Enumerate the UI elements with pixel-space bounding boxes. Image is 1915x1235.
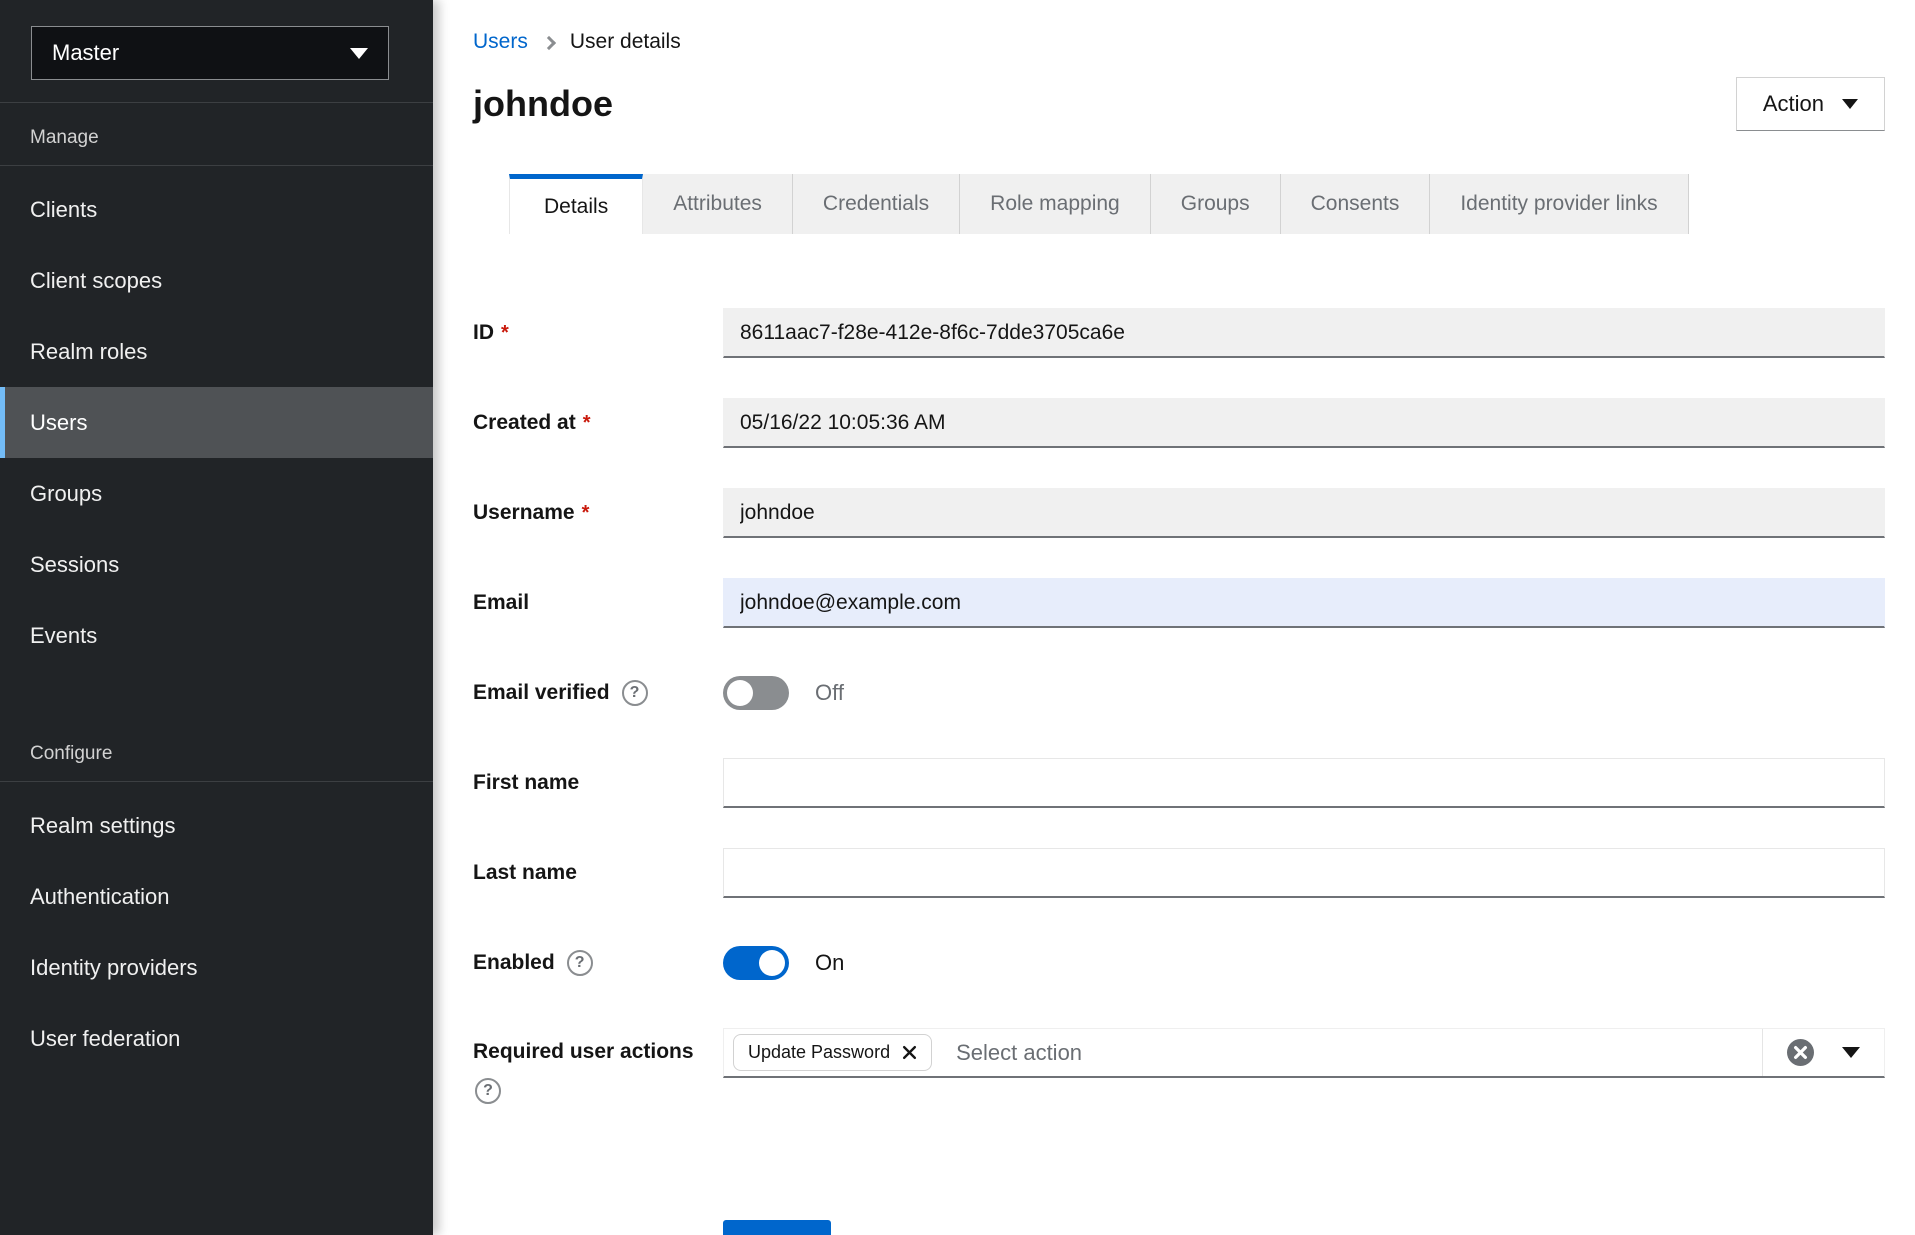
action-dropdown-button[interactable]: Action [1736,77,1885,131]
first-name-row: First name [473,758,1885,808]
form-actions: Save Revert [723,1220,1885,1235]
tab-consents[interactable]: Consents [1281,174,1431,234]
chip-close-icon[interactable] [902,1045,917,1060]
first-name-field[interactable] [723,758,1885,808]
sidebar-item-realm-roles[interactable]: Realm roles [0,316,433,387]
sidebar-item-users[interactable]: Users [0,387,433,458]
tab-groups[interactable]: Groups [1151,174,1281,234]
username-row: Username* [473,488,1885,538]
help-icon[interactable]: ? [475,1078,501,1104]
created-at-row: Created at* [473,398,1885,448]
email-verified-state: Off [815,680,844,706]
required-indicator: * [583,412,591,434]
last-name-row: Last name [473,848,1885,898]
realm-selector-value: Master [52,40,119,66]
help-icon[interactable]: ? [567,950,593,976]
created-at-field[interactable] [723,398,1885,448]
sidebar-item-clients[interactable]: Clients [0,174,433,245]
nav-section-manage: Manage [0,103,433,166]
first-name-label: First name [473,771,723,795]
enabled-toggle[interactable] [723,946,789,980]
breadcrumb-current: User details [570,30,681,54]
last-name-field[interactable] [723,848,1885,898]
breadcrumb: Users User details [473,0,1885,54]
nav-section-configure: Configure [0,719,433,782]
id-label: ID* [473,321,723,345]
sidebar-item-client-scopes[interactable]: Client scopes [0,245,433,316]
required-user-actions-label: Required user actions ? [473,1028,723,1104]
tab-credentials[interactable]: Credentials [793,174,960,234]
toggle-knob [727,680,753,706]
help-icon[interactable]: ? [622,680,648,706]
toggle-knob [759,950,785,976]
chevron-down-icon [1842,99,1858,109]
email-verified-row: Email verified ? Off [473,668,1885,718]
email-field[interactable] [723,578,1885,628]
chevron-down-icon[interactable] [1842,1047,1860,1058]
chip-update-password: Update Password [733,1034,932,1071]
sidebar-item-realm-settings[interactable]: Realm settings [0,790,433,861]
select-controls [1762,1029,1884,1076]
required-indicator: * [582,502,590,524]
required-indicator: * [501,322,509,344]
sidebar-item-groups[interactable]: Groups [0,458,433,529]
sidebar-item-authentication[interactable]: Authentication [0,861,433,932]
email-label: Email [473,591,723,615]
id-row: ID* [473,308,1885,358]
id-field[interactable] [723,308,1885,358]
sidebar-menu: Manage Clients Client scopes Realm roles… [0,103,433,1074]
email-verified-toggle[interactable] [723,676,789,710]
select-action-placeholder: Select action [956,1040,1082,1066]
tab-details[interactable]: Details [509,174,643,234]
sidebar-item-identity-providers[interactable]: Identity providers [0,932,433,1003]
required-user-actions-row: Required user actions ? Update Password … [473,1028,1885,1104]
clear-selection-icon[interactable] [1787,1039,1814,1066]
user-details-form: ID* Created at* Username* Email [473,308,1885,1235]
enabled-state: On [815,950,844,976]
created-at-label: Created at* [473,411,723,435]
username-label: Username* [473,501,723,525]
save-button[interactable]: Save [723,1220,831,1235]
tab-bar: Details Attributes Credentials Role mapp… [509,174,1885,234]
main-content: Users User details johndoe Action Detail… [433,0,1915,1235]
chevron-right-icon [542,36,556,50]
tab-role-mapping[interactable]: Role mapping [960,174,1151,234]
sidebar-item-events[interactable]: Events [0,600,433,671]
required-actions-multiselect[interactable]: Update Password Select action [723,1028,1885,1078]
last-name-label: Last name [473,861,723,885]
page-title: johndoe [473,83,613,125]
email-verified-label: Email verified ? [473,680,723,706]
action-dropdown-label: Action [1763,91,1824,117]
tab-identity-provider-links[interactable]: Identity provider links [1430,174,1688,234]
username-field[interactable] [723,488,1885,538]
sidebar-item-sessions[interactable]: Sessions [0,529,433,600]
enabled-label: Enabled ? [473,950,723,976]
breadcrumb-users-link[interactable]: Users [473,30,528,54]
sidebar-item-user-federation[interactable]: User federation [0,1003,433,1074]
tab-attributes[interactable]: Attributes [643,174,793,234]
chevron-down-icon [350,48,368,59]
title-row: johndoe Action [473,76,1885,132]
enabled-row: Enabled ? On [473,938,1885,988]
sidebar-nav: Master Manage Clients Client scopes Real… [0,0,433,1235]
realm-selector[interactable]: Master [31,26,389,80]
email-row: Email [473,578,1885,628]
